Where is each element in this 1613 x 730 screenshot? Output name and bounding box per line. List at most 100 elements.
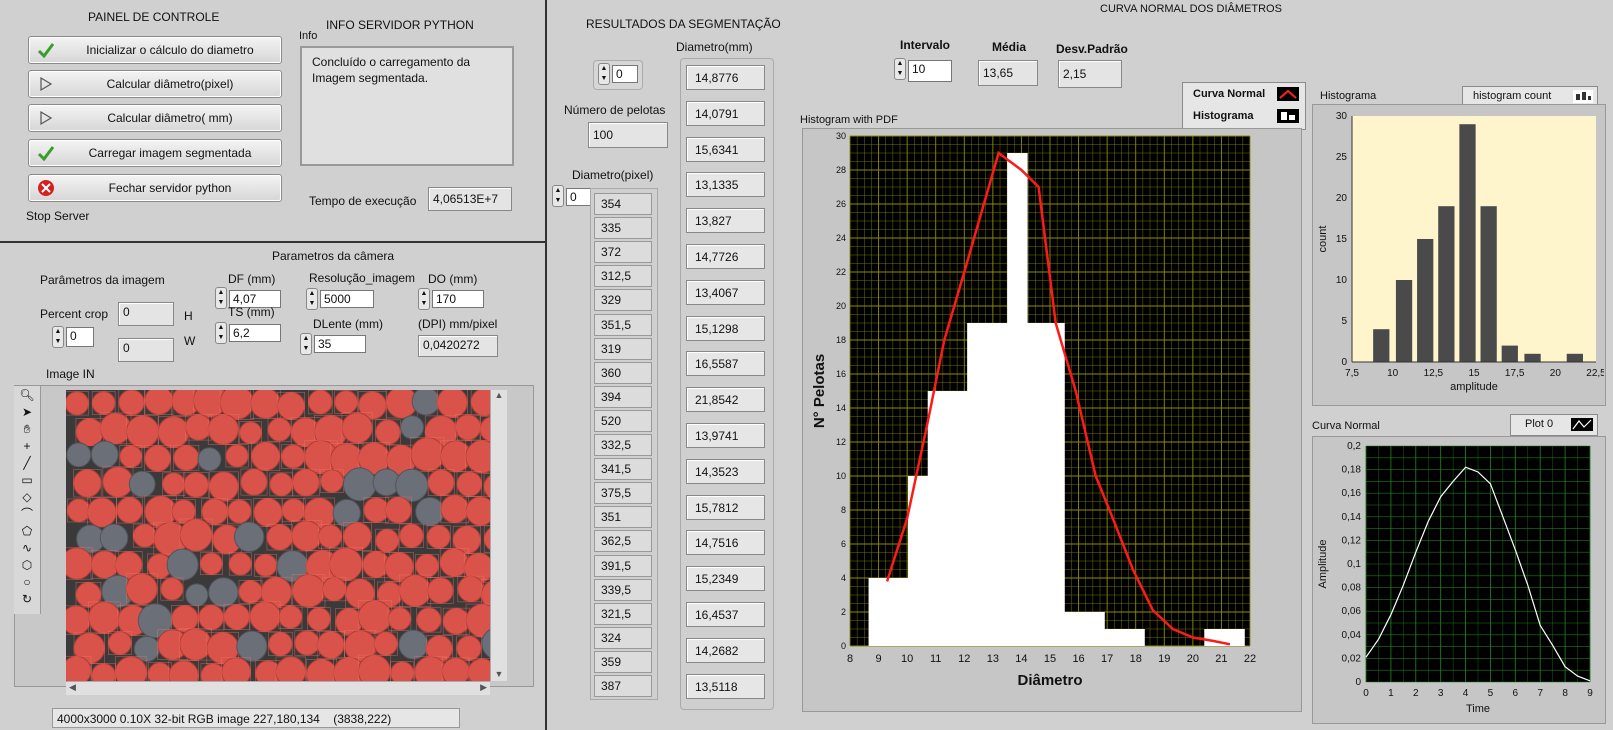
camera-params-title: Parametros da câmera <box>272 249 395 263</box>
load-segmented-image-button[interactable]: Carregar imagem segmentada <box>28 139 282 167</box>
crosshair-icon[interactable]: + <box>19 439 35 454</box>
y-tick-label: 25 <box>1336 152 1348 163</box>
mm-diameter-cell: 14,2682 <box>686 637 765 663</box>
rotated-rect-tool-icon[interactable]: ◇ <box>19 490 35 505</box>
histogram-bar <box>1007 153 1028 646</box>
y-tick-label: 0,18 <box>1342 465 1362 476</box>
annulus-tool-icon[interactable]: ⌒ <box>19 507 35 522</box>
pellet <box>400 415 425 440</box>
pixel-diameter-cell: 335 <box>594 217 652 240</box>
do-input[interactable]: 170 <box>432 290 484 308</box>
x-tick-label: 10 <box>901 653 913 665</box>
x-tick-label: 7,5 <box>1345 368 1359 379</box>
pellet <box>162 472 186 496</box>
x-tick-label: 7 <box>1537 688 1543 699</box>
image-params-label: Parâmetros da imagem <box>40 273 165 287</box>
y-tick-label: 0,1 <box>1347 559 1361 570</box>
mm-diameter-cell: 14,0791 <box>686 100 765 126</box>
x-tick-label: 10 <box>1387 368 1399 379</box>
resolution-spinner[interactable]: ▲ ▼ <box>306 288 318 310</box>
pellet <box>208 471 239 502</box>
y-axis-label: count <box>1317 226 1329 253</box>
h-value: 0 <box>118 302 174 326</box>
mm-diameter-cell: 15,6341 <box>686 136 765 162</box>
init-calc-button[interactable]: Inicializar o cálculo do diametro <box>28 36 282 64</box>
y-tick-label: 0,12 <box>1342 535 1362 546</box>
pixel-diameter-cell: 359 <box>594 650 652 673</box>
percent-crop-input[interactable]: 0 <box>66 327 94 347</box>
pellet <box>144 390 174 415</box>
line-tool-icon[interactable]: ╱ <box>19 456 35 471</box>
y-tick-label: 0,02 <box>1342 653 1362 664</box>
x-tick-label: 6 <box>1513 688 1519 699</box>
pellet <box>415 553 440 578</box>
pixel-index-spinner[interactable]: ▲ ▼ <box>552 185 564 207</box>
pixel-diameter-cell: 520 <box>594 409 652 432</box>
pointer-icon[interactable]: ➤ <box>19 405 35 420</box>
x-tick-label: 22 <box>1244 653 1256 665</box>
pixel-diameter-cell: 375,5 <box>594 482 652 505</box>
freehand-region-icon[interactable]: ⬡ <box>19 558 35 573</box>
ts-label: TS (mm) <box>228 305 275 319</box>
x-tick-label: 18 <box>1130 653 1142 665</box>
pellet <box>278 604 303 630</box>
histogram-bar <box>947 391 968 646</box>
y-tick-label: 0 <box>1341 357 1347 368</box>
num-pellets-label: Número de pelotas <box>564 103 666 117</box>
df-spinner[interactable]: ▲ ▼ <box>215 287 227 309</box>
pellet <box>221 657 252 681</box>
play-icon <box>40 110 53 126</box>
calc-pixel-button[interactable]: Calcular diâmetro(pixel) <box>28 70 282 98</box>
pan-hand-icon[interactable]: ✋︎ <box>19 422 35 437</box>
oval-tool-icon[interactable]: ○ <box>19 575 35 590</box>
pellet <box>267 417 292 442</box>
info-label: Info <box>299 30 318 42</box>
freehand-tool-icon[interactable]: ∿ <box>19 541 35 556</box>
pellet <box>66 391 90 416</box>
image-horizontal-scrollbar[interactable]: ◀ ▶ <box>66 681 490 695</box>
pellet <box>357 599 392 634</box>
polygon-tool-icon[interactable]: ⬠ <box>19 524 35 539</box>
calc-mm-button[interactable]: Calcular diâmetro( mm) <box>28 104 282 132</box>
pellet <box>66 498 91 523</box>
rectangle-tool-icon[interactable]: ▭ <box>19 473 35 488</box>
x-axis-label: Diâmetro <box>1017 672 1082 689</box>
dpi-label: (DPI) mm/pixel <box>418 317 498 331</box>
ts-input[interactable]: 6,2 <box>229 324 281 342</box>
histogram-bar <box>1047 323 1065 646</box>
dlente-spinner[interactable]: ▲ ▼ <box>300 333 312 355</box>
x-tick-label: 4 <box>1463 688 1469 699</box>
pellet <box>66 605 91 636</box>
pellet <box>183 472 210 498</box>
pixel-index-input[interactable]: 0 <box>566 188 592 206</box>
percent-crop-spinner[interactable]: ▲ ▼ <box>52 326 64 348</box>
intervalo-spinner[interactable]: ▲ ▼ <box>894 58 906 80</box>
pellet <box>399 523 424 549</box>
x-tick-label: 1 <box>1388 688 1394 699</box>
image-vertical-scrollbar[interactable]: ▲ ▼ <box>490 390 507 681</box>
broken-line-tool-icon[interactable]: ↻ <box>19 592 35 607</box>
index-input[interactable]: 0 <box>612 65 638 83</box>
pixel-diameter-cell: 339,5 <box>594 578 652 601</box>
pellet <box>291 574 326 608</box>
histogram-bar <box>1501 345 1518 362</box>
pixel-diameter-cell: 319 <box>594 337 652 360</box>
histogram-bar <box>1395 280 1413 362</box>
intervalo-input[interactable]: 10 <box>908 60 952 82</box>
ts-spinner[interactable]: ▲ ▼ <box>215 322 227 344</box>
dlente-input[interactable]: 35 <box>314 335 366 353</box>
diameter-mm-label: Diametro(mm) <box>676 40 753 54</box>
pixel-diameter-cell: 372 <box>594 241 652 264</box>
pellet <box>316 630 345 659</box>
main-chart-title: Histogram with PDF <box>800 114 898 126</box>
play-icon <box>40 76 53 92</box>
zoom-icon[interactable]: 🔍︎ <box>19 388 35 403</box>
stop-server-label[interactable]: Stop Server <box>26 209 89 223</box>
resolution-input[interactable]: 5000 <box>320 290 374 308</box>
pellet <box>240 468 268 496</box>
index-spinner[interactable]: ▲ ▼ <box>598 63 610 85</box>
pellet <box>416 607 442 633</box>
pellet <box>107 630 132 656</box>
close-python-server-button[interactable]: Fechar servidor python <box>28 174 282 202</box>
do-spinner[interactable]: ▲ ▼ <box>418 288 430 310</box>
